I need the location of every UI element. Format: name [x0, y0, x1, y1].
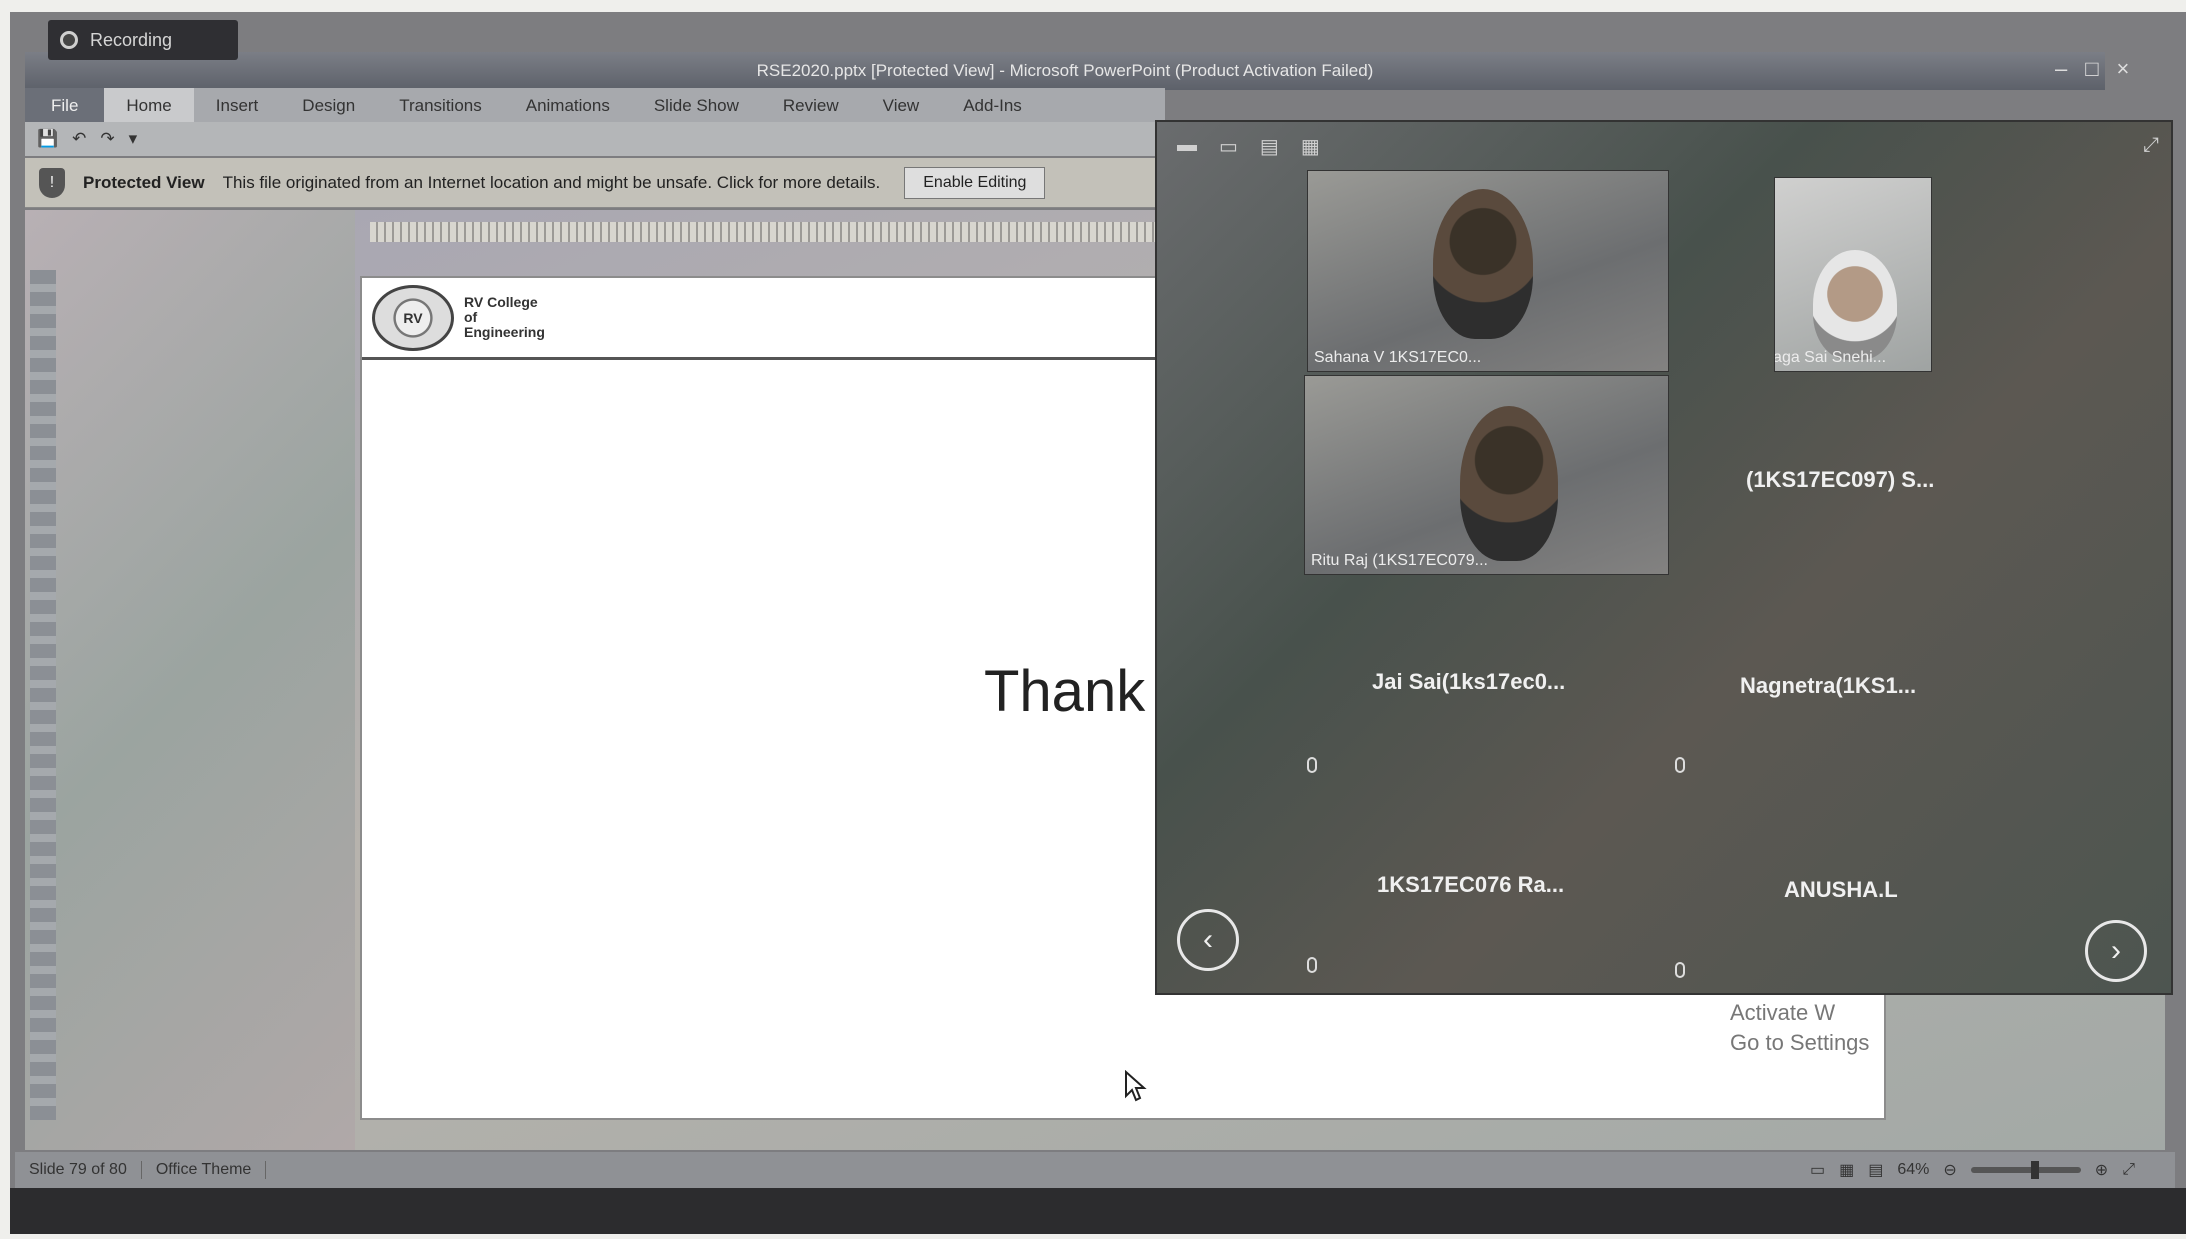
- recording-badge: Recording: [48, 20, 238, 60]
- participant-name-tile[interactable]: ANUSHA.L: [1784, 877, 1898, 903]
- monitor-bottom-bezel: [10, 1188, 2186, 1234]
- maximize-button[interactable]: □: [2085, 56, 2098, 82]
- quick-access-toolbar: 💾 ↶ ↷ ▾: [25, 122, 1165, 156]
- participant-name-tile[interactable]: (1KS17EC097) S...: [1746, 467, 1934, 493]
- protected-view-bar: ! Protected View This file originated fr…: [25, 158, 1165, 208]
- zoom-in-icon[interactable]: ⊕: [2095, 1160, 2108, 1180]
- participant-caption: Penmatsa Naga Sai Snehi...: [1775, 349, 1887, 366]
- strip-view-icon[interactable]: ▤: [1260, 134, 1279, 159]
- normal-view-icon[interactable]: ▭: [1810, 1160, 1825, 1180]
- previous-page-button[interactable]: ‹: [1177, 909, 1239, 971]
- muted-mic-icon: [1307, 757, 1317, 773]
- muted-mic-icon: [1675, 962, 1685, 978]
- undo-icon[interactable]: ↶: [72, 129, 86, 149]
- record-icon: [60, 31, 78, 49]
- participant-caption: Ritu Raj (1KS17EC079...: [1311, 552, 1488, 569]
- meeting-participants-panel[interactable]: ▬ ▭ ▤ ▦ ⤢ Sahana V 1KS17EC0... Penmatsa …: [1155, 120, 2173, 995]
- protected-view-title: Protected View: [83, 172, 205, 192]
- save-icon[interactable]: 💾: [37, 129, 58, 149]
- window-title-bar: RSE2020.pptx [Protected View] - Microsof…: [25, 52, 2105, 90]
- gallery-view-icon[interactable]: ▦: [1301, 134, 1320, 159]
- ribbon-tabs: File Home Insert Design Transitions Anim…: [25, 88, 1165, 124]
- muted-mic-icon: [1307, 957, 1317, 973]
- muted-mic-icon: [1675, 757, 1685, 773]
- next-page-button[interactable]: ›: [2085, 920, 2147, 982]
- protected-view-message[interactable]: This file originated from an Internet lo…: [223, 173, 881, 193]
- participant-video-tile[interactable]: Penmatsa Naga Sai Snehi...: [1774, 177, 1932, 372]
- participant-name-tile[interactable]: Jai Sai(1ks17ec0...: [1372, 669, 1565, 695]
- status-bar-right: ▭ ▦ ▤ 64% ⊖ ⊕ ⤢: [1810, 1160, 2135, 1180]
- tab-design[interactable]: Design: [280, 88, 377, 124]
- slide-position: Slide 79 of 80: [15, 1161, 142, 1179]
- tab-review[interactable]: Review: [761, 88, 861, 124]
- ruler: [370, 222, 1170, 242]
- participant-video: [1813, 250, 1897, 360]
- tab-transitions[interactable]: Transitions: [377, 88, 504, 124]
- sorter-view-icon[interactable]: ▦: [1839, 1160, 1854, 1180]
- minimize-panel-icon[interactable]: ▬: [1177, 134, 1197, 159]
- tab-file[interactable]: File: [25, 88, 105, 124]
- meeting-toolbar: ▬ ▭ ▤ ▦: [1177, 134, 1320, 159]
- speaker-view-icon[interactable]: ▭: [1219, 134, 1238, 159]
- close-button[interactable]: ×: [2117, 56, 2130, 82]
- tab-insert[interactable]: Insert: [194, 88, 281, 124]
- shield-icon: !: [39, 167, 65, 198]
- participant-caption: Sahana V 1KS17EC0...: [1314, 349, 1482, 366]
- mouse-cursor-icon: [1125, 1070, 1147, 1102]
- theme-name: Office Theme: [142, 1161, 267, 1179]
- status-bar: Slide 79 of 80 Office Theme ▭ ▦ ▤ 64% ⊖ …: [15, 1152, 2175, 1188]
- tab-home[interactable]: Home: [104, 88, 194, 124]
- zoom-level[interactable]: 64%: [1897, 1161, 1929, 1179]
- participant-name-tile[interactable]: Nagnetra(1KS1...: [1740, 673, 1916, 699]
- activate-windows-watermark: Activate W Go to Settings: [1730, 998, 1869, 1058]
- tab-slide-show[interactable]: Slide Show: [632, 88, 761, 124]
- college-name: RV College of Engineering: [464, 294, 545, 340]
- zoom-out-icon[interactable]: ⊖: [1943, 1160, 1956, 1180]
- participant-video-tile[interactable]: Sahana V 1KS17EC0...: [1307, 170, 1669, 372]
- recording-label: Recording: [90, 29, 173, 50]
- participant-video-tile[interactable]: Ritu Raj (1KS17EC079...: [1304, 375, 1669, 575]
- screenshot-stage: RSE2020.pptx [Protected View] - Microsof…: [0, 0, 2186, 1239]
- redo-icon[interactable]: ↷: [100, 129, 114, 149]
- minimize-button[interactable]: –: [2055, 56, 2067, 82]
- reading-view-icon[interactable]: ▤: [1868, 1160, 1883, 1180]
- thumbnails-scrollbar[interactable]: [30, 270, 56, 1120]
- enable-editing-button[interactable]: Enable Editing: [904, 166, 1046, 199]
- fit-slide-icon[interactable]: ⤢: [2122, 1161, 2135, 1179]
- participant-video: [1460, 406, 1558, 561]
- expand-icon[interactable]: ⤢: [2143, 134, 2159, 157]
- college-logo: RV: [372, 284, 454, 351]
- window-controls: – □ ×: [2055, 56, 2129, 82]
- watermark-line-2: Go to Settings: [1730, 1030, 1870, 1055]
- window-title: RSE2020.pptx [Protected View] - Microsof…: [756, 61, 1374, 80]
- customize-icon[interactable]: ▾: [129, 129, 138, 149]
- tab-animations[interactable]: Animations: [504, 88, 632, 124]
- slide-thumbnails-panel[interactable]: [25, 210, 355, 1150]
- tab-view[interactable]: View: [861, 88, 942, 124]
- slide-body-text[interactable]: Thank: [984, 658, 1145, 725]
- participant-video: [1433, 189, 1533, 339]
- watermark-line-1: Activate W: [1730, 1000, 1836, 1025]
- zoom-slider[interactable]: [1970, 1161, 2081, 1179]
- tab-add-ins[interactable]: Add-Ins: [941, 88, 1044, 124]
- participant-name-tile[interactable]: 1KS17EC076 Ra...: [1377, 872, 1564, 898]
